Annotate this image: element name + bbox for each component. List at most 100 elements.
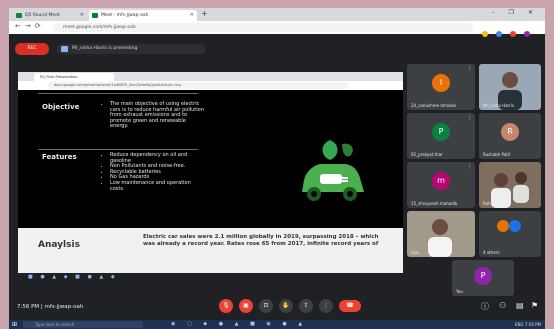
analysis-label: Anaylsis	[38, 240, 80, 250]
raise-hand-button[interactable]: ✋	[279, 299, 293, 313]
chat-icon[interactable]: ▤	[516, 301, 524, 310]
browser-tab-2[interactable]: Meet - mfs-jjwap-oah ✕	[89, 10, 197, 21]
new-tab-button[interactable]: +	[201, 9, 208, 18]
extension-icon[interactable]	[482, 30, 488, 37]
participant-name: Rahul	[483, 201, 495, 206]
participant-tile[interactable]: m ⋮ 15_shreyansh mahadik	[407, 162, 475, 208]
end-call-button[interactable]: ☎	[339, 300, 361, 312]
participant-name: 15_shreyansh mahadik	[411, 201, 458, 206]
head-shape	[515, 172, 527, 184]
participant-tile[interactable]: Rahul	[479, 162, 541, 208]
wheel-hub-shape	[347, 191, 353, 197]
window-controls[interactable]: – ❐ ✕	[492, 9, 539, 16]
participant-avatar: P	[432, 123, 450, 141]
windows-taskbar: ⊞ Type here to search ◉ ▢ ◆ ● ▲ ■ ◉ ● ▲ …	[9, 320, 545, 329]
plug-prong-shape	[342, 180, 348, 182]
taskbar-search[interactable]: Type here to search	[23, 321, 143, 328]
self-name: You	[456, 289, 463, 294]
tab-label: Q5 Round Meet	[25, 13, 60, 18]
extension-icons[interactable]	[479, 23, 539, 37]
screen: Q5 Round Meet ✕ Meet - mfs-jjwap-oah ✕ +…	[9, 8, 545, 329]
tab-label: Meet - mfs-jjwap-oah	[101, 13, 149, 18]
electric-car-icon	[302, 140, 364, 201]
participant-tile[interactable]: 4 others	[479, 211, 541, 257]
participant-avatar: R	[501, 123, 519, 141]
leaf-shape	[342, 143, 353, 157]
more-options-icon[interactable]: ⋮	[467, 115, 472, 121]
shared-address-bar: docs.google.com/presentation/d/1wBSlKTl_…	[18, 81, 403, 90]
others-avatar	[497, 220, 509, 232]
mic-off-button[interactable]: 🎙	[219, 299, 233, 313]
profile-avatar-icon[interactable]	[524, 30, 531, 37]
presenting-banner[interactable]: Mr_nisha Harris is presenting	[56, 44, 206, 54]
self-avatar: P	[474, 267, 492, 285]
people-icon[interactable]: ⚇	[499, 301, 506, 310]
participant-tile[interactable]: I ⋮ 24_vanushree mhaske	[407, 64, 475, 110]
self-tile[interactable]: P You	[452, 260, 514, 296]
body-shape	[428, 237, 452, 257]
nav-buttons[interactable]: ←→⟳	[15, 22, 45, 30]
presenting-text: Mr_nisha Harris is presenting	[72, 46, 138, 51]
meet-favicon-icon	[92, 13, 98, 18]
head-shape	[502, 72, 518, 88]
participant-avatar: m	[432, 172, 450, 190]
present-button[interactable]: ⇪	[299, 299, 313, 313]
participant-tile[interactable]: Ajay	[407, 211, 475, 257]
participant-tile[interactable]: P ⋮ 05_prakyat thar	[407, 113, 475, 159]
objective-list: The main objective of using electric car…	[103, 101, 205, 130]
recording-badge: REC	[15, 43, 49, 55]
browser-tab-1[interactable]: Q5 Round Meet ✕	[13, 10, 87, 21]
meeting-time: 7:56 PM | mfs-jjwap-oah	[17, 304, 84, 310]
feature-item: Low maintenance and operation costs.	[110, 180, 205, 192]
slide-divider	[38, 93, 198, 94]
objective-label: Objective	[42, 103, 80, 111]
system-tray[interactable]: ENG 7:56 PM	[515, 321, 541, 328]
close-tab-icon[interactable]: ✕	[190, 10, 194, 21]
meet-favicon-icon	[16, 13, 22, 18]
extension-icon[interactable]	[496, 30, 503, 37]
plug-prong-shape	[342, 177, 348, 179]
browser-tab-bar: Q5 Round Meet ✕ Meet - mfs-jjwap-oah ✕ +…	[9, 8, 545, 21]
present-screen-icon	[61, 46, 68, 52]
extension-icon[interactable]	[510, 30, 517, 37]
shared-tab-bar: EV_Final Presentation	[18, 72, 403, 81]
participant-name: Mr_nisha Harris	[483, 103, 514, 108]
objective-text: The main objective of using electric car…	[110, 101, 205, 130]
analysis-section: Anaylsis Electric car sales were 2.1 mil…	[18, 228, 403, 273]
more-options-button[interactable]: ⋮	[319, 299, 333, 313]
shared-taskbar: ■ ● ▲ ◆ ■ ● ▲ ◆	[18, 273, 403, 281]
activities-icon[interactable]: ⚑	[531, 301, 538, 310]
participant-tile[interactable]: R Rushabh Patil	[479, 113, 541, 159]
plug-shape	[320, 174, 342, 184]
leaf-shape	[322, 140, 338, 160]
participant-name: 24_vanushree mhaske	[411, 103, 456, 108]
participant-tile[interactable]: Mr_nisha Harris	[479, 64, 541, 110]
shared-url: docs.google.com/presentation/d/1wBSlKTl_…	[48, 82, 348, 89]
captions-button[interactable]: ⊡	[259, 299, 273, 313]
others-avatar	[509, 220, 521, 232]
info-icon[interactable]: ⓘ	[481, 301, 489, 312]
shared-screen: EV_Final Presentation docs.google.com/pr…	[18, 72, 403, 281]
participant-name: Rushabh Patil	[483, 152, 511, 157]
others-count: 4 others	[483, 250, 500, 255]
wheel-hub-shape	[311, 191, 317, 197]
features-label: Features	[42, 153, 77, 161]
slide-divider	[38, 149, 198, 150]
url-field[interactable]: meet.google.com/mfs-jjwap-oah	[53, 23, 473, 32]
windows-start-icon[interactable]: ⊞	[12, 321, 17, 328]
head-shape	[494, 173, 508, 187]
close-tab-icon[interactable]: ✕	[80, 10, 84, 21]
taskbar-app-icons[interactable]: ◉ ▢ ◆ ● ▲ ■ ◉ ● ▲	[171, 321, 307, 327]
body-shape	[513, 185, 529, 203]
participant-name: Ajay	[411, 250, 420, 255]
more-options-icon[interactable]: ⋮	[467, 164, 472, 170]
more-options-icon[interactable]: ⋮	[467, 66, 472, 72]
camera-off-button[interactable]: ▣	[239, 299, 253, 313]
address-bar: ←→⟳ meet.google.com/mfs-jjwap-oah	[9, 21, 545, 37]
participant-name: 05_prakyat thar	[411, 152, 443, 157]
analysis-text: Electric car sales were 2.1 million glob…	[143, 234, 379, 247]
head-shape	[432, 219, 448, 235]
participant-avatar: I	[432, 74, 450, 92]
features-list: Reduce dependency on oil and gasoline No…	[103, 152, 205, 192]
shared-tab: EV_Final Presentation	[34, 73, 114, 81]
